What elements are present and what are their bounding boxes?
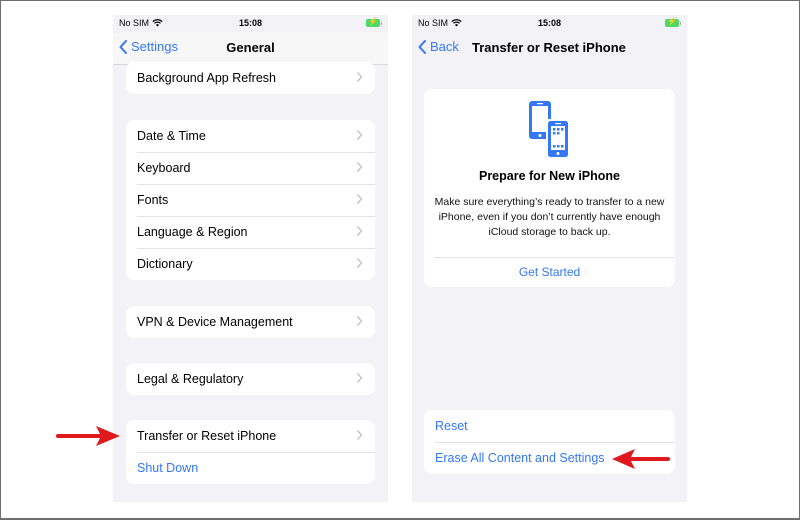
chevron-left-icon bbox=[418, 39, 426, 54]
row-dictionary[interactable]: Dictionary bbox=[126, 248, 375, 280]
reset-button[interactable]: Reset bbox=[424, 410, 675, 442]
settings-group: Transfer or Reset iPhone Shut Down bbox=[126, 420, 375, 484]
row-date-time[interactable]: Date & Time bbox=[126, 120, 375, 152]
page-title: General bbox=[226, 40, 275, 55]
row-fonts[interactable]: Fonts bbox=[126, 184, 375, 216]
navigation-bar: Settings General bbox=[113, 33, 388, 65]
row-language-region[interactable]: Language & Region bbox=[126, 216, 375, 248]
chevron-right-icon bbox=[356, 226, 363, 236]
divider bbox=[434, 257, 675, 258]
prepare-for-new-iphone-card: Prepare for New iPhone Make sure everyth… bbox=[424, 89, 675, 287]
card-title: Prepare for New iPhone bbox=[478, 169, 620, 183]
chevron-right-icon bbox=[356, 258, 363, 268]
clock: 15:08 bbox=[238, 18, 263, 28]
row-transfer-or-reset-iphone[interactable]: Transfer or Reset iPhone bbox=[126, 420, 375, 452]
settings-group: VPN & Device Management bbox=[126, 306, 375, 338]
row-legal-regulatory[interactable]: Legal & Regulatory bbox=[126, 363, 375, 395]
navigation-bar: Back Transfer or Reset iPhone bbox=[412, 33, 687, 65]
chevron-right-icon bbox=[356, 373, 363, 383]
settings-group: Background App Refresh bbox=[126, 62, 375, 94]
shut-down-button[interactable]: Shut Down bbox=[126, 452, 375, 484]
row-background-app-refresh[interactable]: Background App Refresh bbox=[126, 62, 375, 94]
settings-group: Legal & Regulatory bbox=[126, 363, 375, 395]
status-bar: No SIM 15:08 ⚡ bbox=[412, 15, 687, 33]
battery-charging-icon: ⚡ bbox=[366, 17, 382, 27]
row-keyboard[interactable]: Keyboard bbox=[126, 152, 375, 184]
annotation-arrow-right-icon bbox=[56, 426, 120, 446]
settings-group: Date & Time Keyboard Fonts Language & Re… bbox=[126, 120, 375, 280]
row-vpn-device-management[interactable]: VPN & Device Management bbox=[126, 306, 375, 338]
chevron-right-icon bbox=[356, 430, 363, 440]
status-bar: No SIM 15:08 ⚡ bbox=[113, 15, 388, 33]
chevron-right-icon bbox=[356, 130, 363, 140]
transfer-or-reset-screen: No SIM 15:08 ⚡ Back Transfer or Reset iP… bbox=[412, 15, 687, 502]
two-phones-icon bbox=[529, 101, 570, 158]
card-description: Make sure everything’s ready to transfer… bbox=[434, 196, 665, 238]
chevron-right-icon bbox=[356, 316, 363, 326]
back-button[interactable]: Back bbox=[418, 39, 459, 54]
chevron-right-icon bbox=[356, 162, 363, 172]
chevron-right-icon bbox=[356, 72, 363, 82]
page-title: Transfer or Reset iPhone bbox=[472, 40, 626, 55]
annotation-arrow-left-icon bbox=[612, 449, 670, 469]
general-settings-screen: No SIM 15:08 ⚡ Settings General Backgrou… bbox=[113, 15, 388, 502]
battery-charging-icon: ⚡ bbox=[665, 17, 681, 27]
clock: 15:08 bbox=[537, 18, 562, 28]
chevron-right-icon bbox=[356, 194, 363, 204]
get-started-button[interactable]: Get Started bbox=[424, 265, 675, 279]
